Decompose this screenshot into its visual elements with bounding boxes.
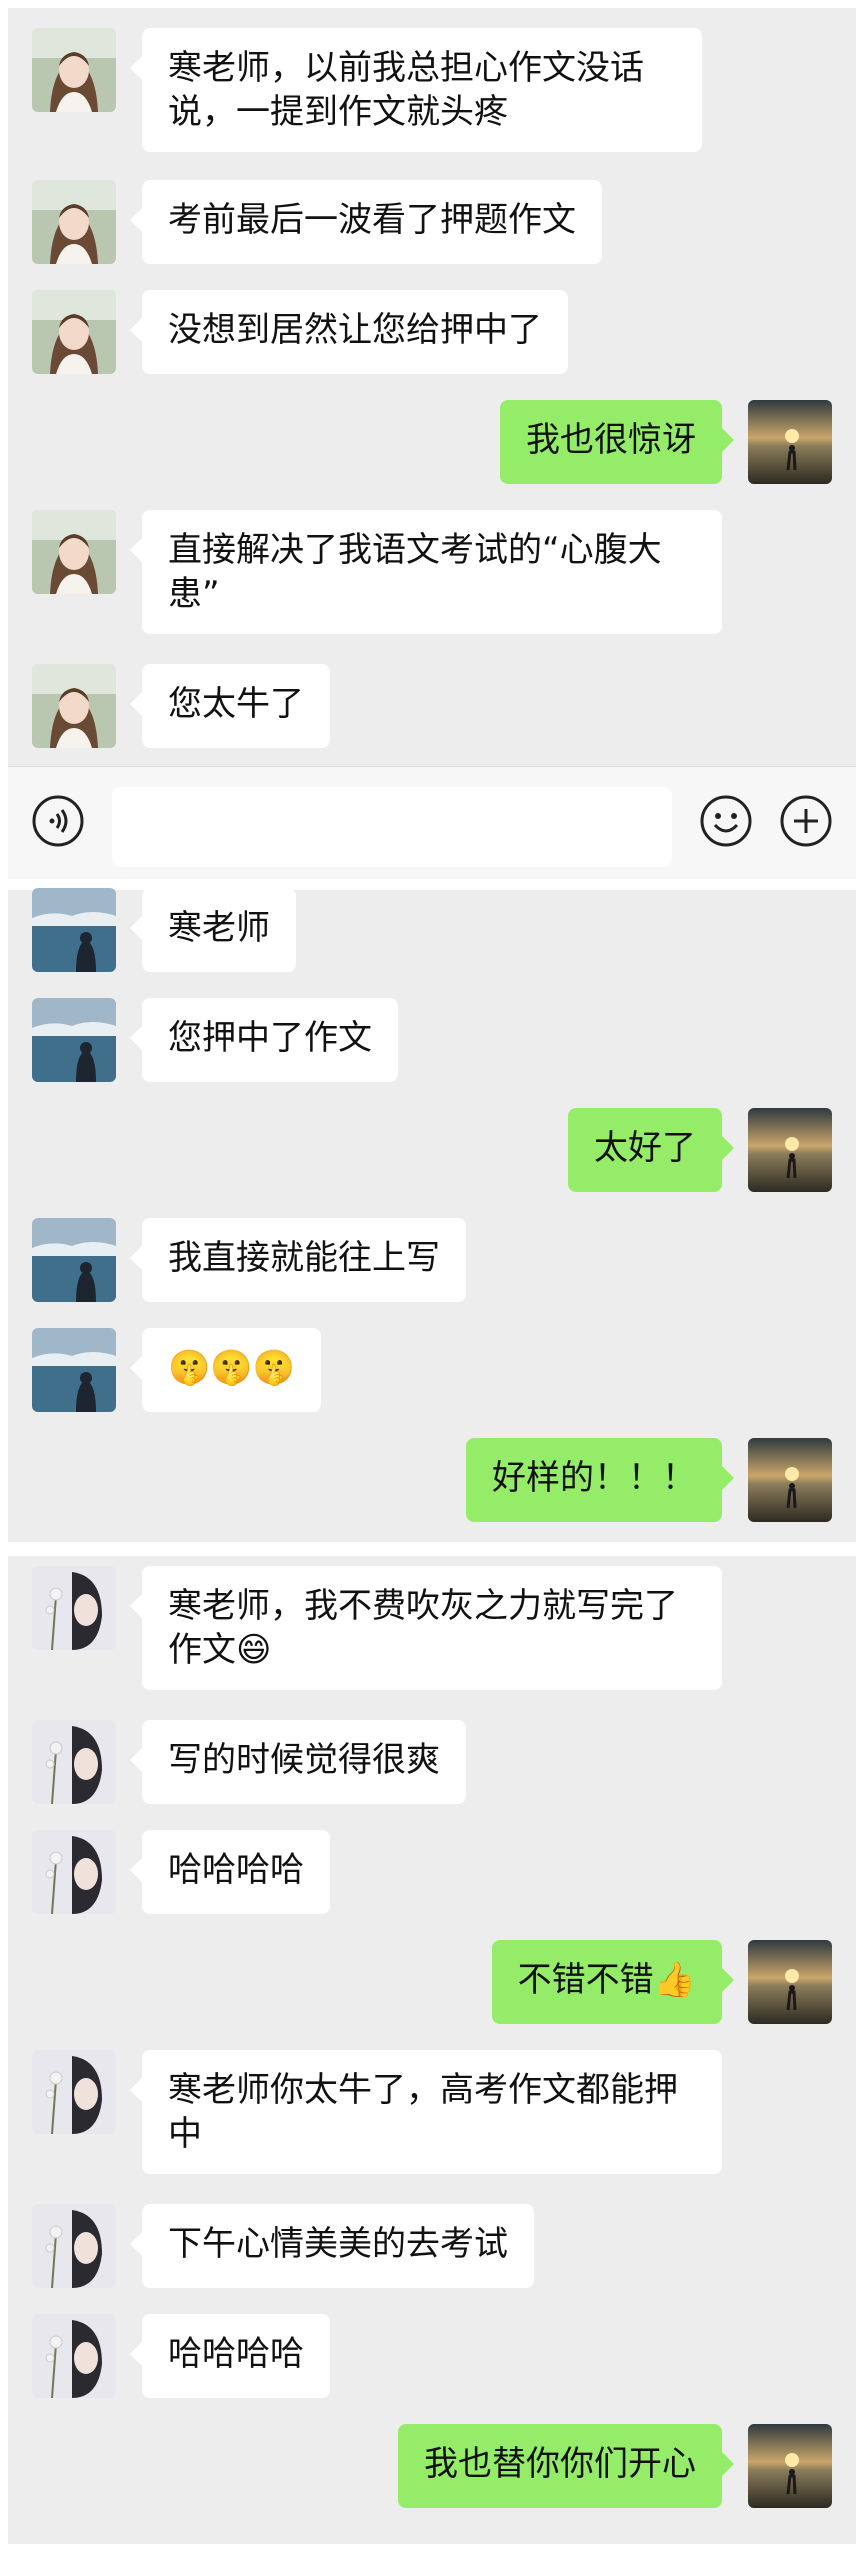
contact-avatar-flower[interactable] [32,1720,116,1804]
incoming-message-bubble[interactable]: 您太牛了 [130,664,330,748]
incoming-message-bubble[interactable]: 我直接就能往上写 [130,1218,466,1302]
chat-panel-2: 寒老师 您押中了作文 太好了 我直接就能往上写 🤫🤫🤫 好样的！！！ [8,888,856,1542]
message-row: 寒老师你太牛了，高考作文都能押中 [8,2050,856,2174]
contact-avatar-girl[interactable] [32,28,116,112]
contact-avatar-girl[interactable] [32,180,116,264]
outgoing-message-bubble[interactable]: 不错不错👍 [491,1940,735,2024]
message-row: 考前最后一波看了押题作文 [8,180,856,300]
my-avatar-sunset[interactable] [748,1108,832,1192]
message-row: 您押中了作文 [8,998,856,1118]
plus-icon[interactable] [778,793,834,849]
message-row: 下午心情美美的去考试 [8,2204,856,2324]
chat-panel-1: 寒老师，以前我总担心作文没话说，一提到作文就头疼 考前最后一波看了押题作文 没想… [8,8,856,879]
incoming-message-bubble[interactable]: 寒老师，我不费吹灰之力就写完了作文😄 [130,1566,722,1690]
incoming-message-bubble[interactable]: 没想到居然让您给押中了 [130,290,568,374]
chat-input-bar [8,766,856,879]
message-row: 我直接就能往上写 [8,1218,856,1338]
incoming-message-bubble[interactable]: 哈哈哈哈 [130,1830,330,1914]
message-row: 哈哈哈哈 [8,2314,856,2434]
contact-avatar-flower[interactable] [32,2050,116,2134]
contact-avatar-flower[interactable] [32,1566,116,1650]
message-row: 寒老师，以前我总担心作文没话说，一提到作文就头疼 [8,28,856,152]
incoming-message-bubble[interactable]: 您押中了作文 [130,998,398,1082]
message-row: 🤫🤫🤫 [8,1328,856,1448]
contact-avatar-flower[interactable] [32,2204,116,2288]
message-row: 寒老师，我不费吹灰之力就写完了作文😄 [8,1566,856,1690]
message-row: 太好了 [8,1108,856,1228]
my-avatar-sunset[interactable] [748,2424,832,2508]
contact-avatar-girl[interactable] [32,290,116,374]
message-input[interactable] [112,787,672,867]
incoming-message-bubble[interactable]: 寒老师你太牛了，高考作文都能押中 [130,2050,722,2174]
outgoing-message-bubble[interactable]: 我也很惊讶 [500,400,734,484]
composite-chat-screenshots: 寒老师，以前我总担心作文没话说，一提到作文就头疼 考前最后一波看了押题作文 没想… [0,0,864,2552]
my-avatar-sunset[interactable] [748,400,832,484]
message-row: 我也很惊讶 [8,400,856,520]
contact-avatar-sea[interactable] [32,1218,116,1302]
my-avatar-sunset[interactable] [748,1940,832,2024]
chat-panel-3: 寒老师，我不费吹灰之力就写完了作文😄 写的时候觉得很爽 哈哈哈哈 不错不错👍 寒… [8,1556,856,2544]
incoming-message-bubble[interactable]: 寒老师 [130,888,296,972]
contact-avatar-girl[interactable] [32,510,116,594]
contact-avatar-flower[interactable] [32,1830,116,1914]
contact-avatar-sea[interactable] [32,888,116,972]
message-row: 写的时候觉得很爽 [8,1720,856,1840]
emoji-icon[interactable] [698,793,754,849]
outgoing-message-bubble[interactable]: 太好了 [568,1108,734,1192]
message-row: 哈哈哈哈 [8,1830,856,1950]
incoming-message-bubble[interactable]: 下午心情美美的去考试 [130,2204,534,2288]
incoming-message-bubble[interactable]: 寒老师，以前我总担心作文没话说，一提到作文就头疼 [130,28,702,152]
outgoing-message-bubble[interactable]: 我也替你你们开心 [398,2424,734,2508]
contact-avatar-sea[interactable] [32,1328,116,1412]
incoming-message-bubble[interactable]: 考前最后一波看了押题作文 [130,180,602,264]
message-row: 好样的！！！ [8,1438,856,1558]
contact-avatar-girl[interactable] [32,664,116,748]
incoming-message-bubble[interactable]: 哈哈哈哈 [130,2314,330,2398]
outgoing-message-bubble[interactable]: 好样的！！！ [466,1438,734,1522]
message-row: 直接解决了我语文考试的“心腹大患” [8,510,856,634]
incoming-message-bubble[interactable]: 写的时候觉得很爽 [130,1720,466,1804]
contact-avatar-sea[interactable] [32,998,116,1082]
message-row: 寒老师 [8,888,856,1008]
message-row: 我也替你你们开心 [8,2424,856,2544]
incoming-message-bubble[interactable]: 🤫🤫🤫 [129,1328,322,1412]
message-row: 没想到居然让您给押中了 [8,290,856,410]
voice-icon[interactable] [30,793,86,849]
message-row: 不错不错👍 [8,1940,856,2060]
incoming-message-bubble[interactable]: 直接解决了我语文考试的“心腹大患” [130,510,722,634]
my-avatar-sunset[interactable] [748,1438,832,1522]
contact-avatar-flower[interactable] [32,2314,116,2398]
